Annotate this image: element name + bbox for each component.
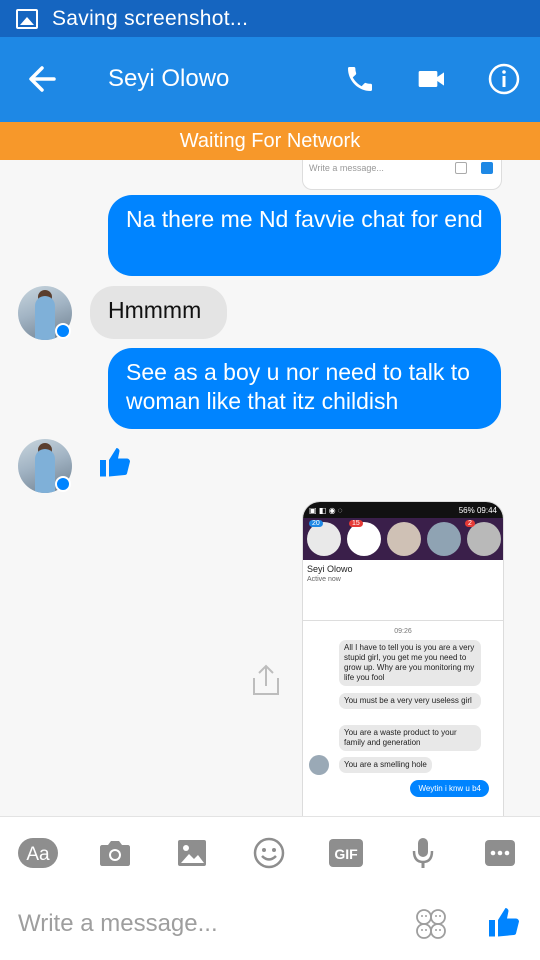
- shot-chat-heads: 20 15 2: [303, 518, 503, 560]
- shot-status-bar: ▣ ◧ ◉ ◌ 56% 09:44: [303, 502, 503, 518]
- shared-screenshot-image[interactable]: ▣ ◧ ◉ ◌ 56% 09:44 20 15 2 Seyi Olowo Act…: [302, 501, 504, 816]
- svg-text:GIF: GIF: [334, 846, 358, 862]
- composer-toolbar: Aa GIF: [0, 816, 540, 888]
- share-icon[interactable]: [250, 662, 282, 698]
- sticker-icon: [455, 162, 467, 174]
- shot-message: You must be a very very useless girl: [339, 693, 481, 709]
- chat-area[interactable]: Write a message... Na there me Nd favvie…: [0, 160, 540, 816]
- messenger-badge-icon: [55, 476, 71, 492]
- video-call-icon[interactable]: [412, 59, 452, 99]
- app-bar: Seyi Olowo: [0, 37, 540, 122]
- more-options-icon[interactable]: [480, 835, 520, 871]
- status-text: Saving screenshot...: [52, 6, 249, 30]
- network-banner: Waiting For Network: [0, 122, 540, 160]
- phone-call-icon[interactable]: [340, 59, 380, 99]
- like-icon: [481, 162, 493, 174]
- microphone-icon[interactable]: [403, 835, 443, 871]
- attachment-input-text: Write a message...: [309, 163, 384, 173]
- shot-contact-name: Seyi Olowo: [307, 564, 353, 574]
- sticker-icon[interactable]: [414, 907, 448, 941]
- back-arrow-icon[interactable]: [26, 61, 58, 97]
- like-send-icon[interactable]: [486, 905, 522, 941]
- shot-message: You are a waste product to your family a…: [339, 725, 481, 751]
- emoji-icon[interactable]: [249, 835, 289, 871]
- previous-image-attachment[interactable]: Write a message...: [302, 160, 502, 190]
- text-format-button[interactable]: Aa: [18, 835, 58, 871]
- shot-header-divider: [303, 588, 503, 621]
- message-bubble-incoming[interactable]: Hmmmm: [90, 286, 227, 339]
- shot-message: You are a smelling hole: [339, 757, 432, 773]
- shot-reply: Weytin i knw u b4: [410, 780, 489, 797]
- camera-icon[interactable]: [95, 835, 135, 871]
- status-bar: Saving screenshot...: [0, 0, 540, 37]
- shot-avatar: [309, 755, 329, 775]
- message-bubble-outgoing[interactable]: Na there me Nd favvie chat for end: [108, 195, 501, 276]
- gif-button[interactable]: GIF: [326, 835, 366, 871]
- shot-timestamp: 09:26: [394, 628, 412, 635]
- shot-status-right: 56% 09:44: [458, 505, 497, 515]
- shot-contact-status: Active now: [307, 576, 341, 583]
- screenshot-icon: [16, 8, 38, 29]
- shot-message: All I have to tell you is you are a very…: [339, 640, 481, 686]
- messenger-badge-icon: [55, 323, 71, 339]
- info-icon[interactable]: [484, 59, 524, 99]
- message-bubble-outgoing[interactable]: See as a boy u nor need to talk to woman…: [108, 348, 501, 429]
- thumbs-up-icon[interactable]: [97, 445, 133, 481]
- svg-text:Aa: Aa: [26, 844, 50, 865]
- message-composer[interactable]: Write a message...: [0, 888, 540, 960]
- contact-name[interactable]: Seyi Olowo: [108, 65, 229, 93]
- gallery-icon[interactable]: [172, 835, 212, 871]
- message-input[interactable]: Write a message...: [18, 910, 218, 938]
